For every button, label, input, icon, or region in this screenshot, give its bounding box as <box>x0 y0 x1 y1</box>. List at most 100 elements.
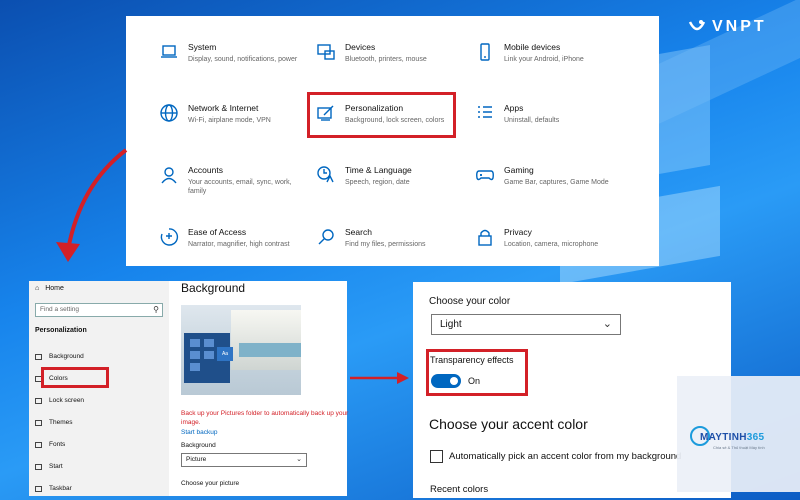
sidebar-section-title: Personalization <box>35 327 87 334</box>
preview-sample-tile: Aa <box>217 347 233 361</box>
sidebar-item-label: Background <box>49 353 84 360</box>
fonts-icon <box>35 441 42 448</box>
tile-title: Ease of Access <box>188 227 247 237</box>
gamepad-icon <box>475 165 495 185</box>
tile-title: Apps <box>504 103 524 113</box>
tile-desc: Link your Android, iPhone <box>504 56 584 63</box>
tile-desc: Speech, region, date <box>345 179 410 186</box>
auto-accent-checkbox[interactable] <box>430 450 443 463</box>
colors-highlight-box <box>41 367 109 388</box>
tile-title: Gaming <box>504 165 534 175</box>
settings-tile-network[interactable]: Network & Internet Wi-Fi, airplane mode, … <box>159 103 309 125</box>
settings-home-panel: System Display, sound, notifications, pow… <box>126 16 659 266</box>
background-content: Background Aa Back up your Pictures fold… <box>179 281 349 496</box>
background-type-dropdown[interactable]: Picture ⌄ <box>181 453 307 467</box>
chevron-down-icon: ⌄ <box>296 456 302 463</box>
preview-mini-tile <box>190 363 200 371</box>
background-label: Background <box>181 442 216 449</box>
vnpt-logo: VNPT <box>688 18 767 36</box>
settings-tile-accounts[interactable]: Accounts Your accounts, email, sync, work… <box>159 165 309 196</box>
lock-icon <box>475 227 495 247</box>
find-setting-input[interactable]: Find a setting ⚲ <box>35 303 163 317</box>
recent-colors-label: Recent colors <box>430 484 489 495</box>
sidebar-item-taskbar[interactable]: Taskbar <box>35 485 72 492</box>
settings-tile-devices[interactable]: Devices Bluetooth, printers, mouse <box>316 42 466 64</box>
settings-tile-search[interactable]: Search Find my files, permissions <box>316 227 466 249</box>
person-icon <box>159 165 179 185</box>
taskbar-icon <box>35 485 42 492</box>
choose-color-label: Choose your color <box>429 296 511 307</box>
settings-tile-gaming[interactable]: Gaming Game Bar, captures, Game Mode <box>475 165 625 187</box>
transparency-highlight-box <box>426 349 528 396</box>
phone-icon <box>475 42 495 62</box>
sidebar-item-background[interactable]: Background <box>35 353 84 360</box>
clock-language-icon <box>316 165 336 185</box>
settings-tile-time-language[interactable]: Time & Language Speech, region, date <box>316 165 466 187</box>
tile-title: Time & Language <box>345 165 412 175</box>
sidebar-item-label: Lock screen <box>49 397 85 404</box>
sidebar-item-label: Start <box>49 463 63 470</box>
color-mode-dropdown[interactable]: Light ⌄ <box>431 314 621 335</box>
sidebar-item-label: Themes <box>49 419 73 426</box>
tile-title: System <box>188 42 217 52</box>
tile-desc: Narrator, magnifier, high contrast <box>188 241 290 248</box>
search-icon: ⚲ <box>153 305 159 314</box>
auto-accent-label: Automatically pick an accent color from … <box>449 451 682 462</box>
maytinh365-tagline: Chia sẻ & Thủ thuật Máy tính <box>713 445 765 450</box>
tile-desc: Wi-Fi, airplane mode, VPN <box>188 117 271 124</box>
tile-title: Privacy <box>504 227 532 237</box>
accent-color-heading: Choose your accent color <box>429 416 588 432</box>
settings-tile-ease-of-access[interactable]: Ease of Access Narrator, magnifier, high … <box>159 227 309 249</box>
maytinh365-brand: MAYTINH365 <box>700 432 764 443</box>
settings-tile-mobile[interactable]: Mobile devices Link your Android, iPhone <box>475 42 625 64</box>
brand-part-b: 365 <box>746 432 765 443</box>
sidebar-item-lock-screen[interactable]: Lock screen <box>35 397 84 404</box>
find-setting-placeholder: Find a setting <box>40 306 80 313</box>
sidebar-item-fonts[interactable]: Fonts <box>35 441 65 448</box>
sidebar-item-label: Fonts <box>49 441 66 448</box>
list-icon <box>475 103 495 123</box>
tile-title: Network & Internet <box>188 103 259 113</box>
tile-desc: Your accounts, email, sync, work, family <box>188 179 292 195</box>
background-type-value: Picture <box>186 456 207 463</box>
page-title: Background <box>181 281 246 295</box>
tile-desc: Bluetooth, printers, mouse <box>345 56 427 63</box>
preview-mini-tile <box>190 351 200 359</box>
lock-screen-icon <box>35 397 42 404</box>
globe-icon <box>159 103 179 123</box>
settings-tile-apps[interactable]: Apps Uninstall, defaults <box>475 103 625 125</box>
tile-title: Mobile devices <box>504 42 561 52</box>
vnpt-brand: VNPT <box>712 18 767 35</box>
maytinh365-logo-card: MAYTINH365 Chia sẻ & Thủ thuật Máy tính <box>677 376 800 492</box>
tile-title: Accounts <box>188 165 223 175</box>
personalization-sidebar: ⌂ Home Find a setting ⚲ Personalization … <box>29 281 169 496</box>
sidebar-item-themes[interactable]: Themes <box>35 419 72 426</box>
settings-tile-privacy[interactable]: Privacy Location, camera, microphone <box>475 227 625 249</box>
settings-tile-system[interactable]: System Display, sound, notifications, pow… <box>159 42 309 64</box>
picture-icon <box>35 353 42 360</box>
tile-desc: Uninstall, defaults <box>504 117 560 124</box>
keyboard-icon <box>316 42 336 62</box>
tile-desc: Find my files, permissions <box>345 241 426 248</box>
laptop-icon <box>159 42 179 62</box>
backup-warning: Back up your Pictures folder to automati… <box>181 410 349 426</box>
chevron-down-icon: ⌄ <box>602 318 612 330</box>
preview-mini-tile <box>190 339 200 347</box>
preview-sea-image <box>239 343 301 357</box>
tile-desc: Location, camera, microphone <box>504 241 599 248</box>
brand-part-a: MAYTINH <box>700 432 747 443</box>
tile-title: Search <box>345 227 372 237</box>
tile-desc: Display, sound, notifications, power <box>188 56 298 63</box>
themes-icon <box>35 419 42 426</box>
preview-mini-tile <box>204 339 214 347</box>
color-mode-value: Light <box>440 319 462 330</box>
start-icon <box>35 463 42 470</box>
sidebar-home[interactable]: ⌂ Home <box>35 285 64 292</box>
search-icon <box>316 227 336 247</box>
start-backup-link[interactable]: Start backup <box>181 429 218 436</box>
sidebar-item-start[interactable]: Start <box>35 463 63 470</box>
preview-mini-tile <box>204 351 214 359</box>
choose-picture-label: Choose your picture <box>181 480 240 487</box>
ease-of-access-icon <box>159 227 179 247</box>
home-icon: ⌂ <box>35 285 40 292</box>
